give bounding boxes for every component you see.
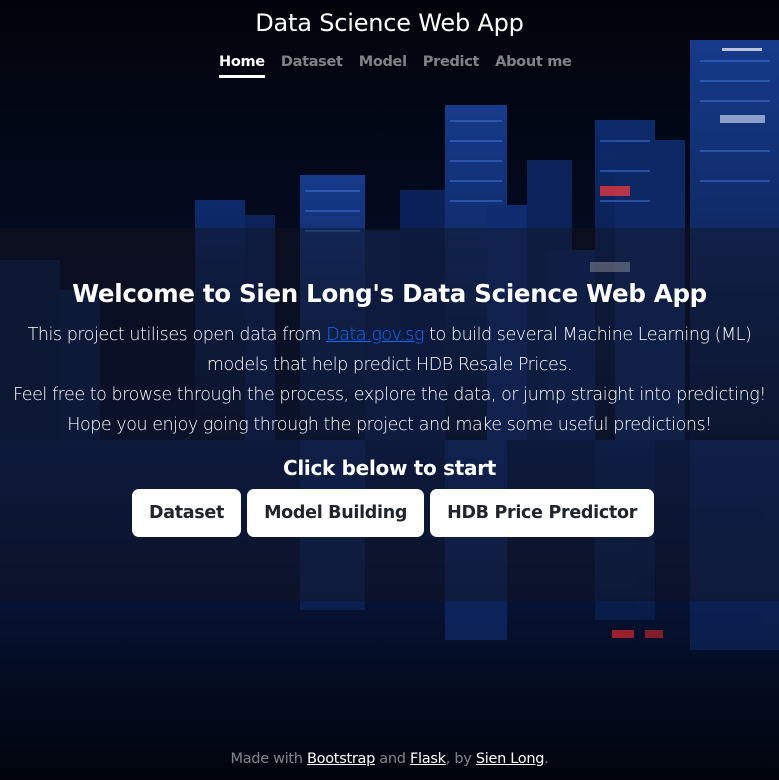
- nav-item-home[interactable]: Home: [219, 54, 265, 78]
- cta-heading: Click below to start: [282, 456, 497, 480]
- hdb-price-predictor-button[interactable]: HDB Price Predictor: [430, 489, 655, 537]
- nav-item-dataset[interactable]: Dataset: [281, 54, 343, 78]
- footer-by: , by: [445, 751, 476, 767]
- data-gov-sg-link[interactable]: Data.gov.sg: [326, 325, 424, 345]
- cta-button-group: Dataset Model Building HDB Price Predict…: [132, 489, 655, 537]
- welcome-heading: Welcome to Sien Long's Data Science Web …: [72, 279, 707, 308]
- nav-item-model[interactable]: Model: [359, 54, 407, 78]
- footer-and: and: [374, 751, 410, 767]
- nav-item-about-me[interactable]: About me: [495, 54, 572, 78]
- bootstrap-link[interactable]: Bootstrap: [307, 751, 375, 767]
- intro-line-1-prefix: This project utilises open data from: [27, 325, 327, 345]
- footer-suffix: .: [544, 751, 549, 767]
- main-navigation: Home Dataset Model Predict About me: [219, 54, 588, 78]
- flask-link[interactable]: Flask: [410, 751, 446, 767]
- nav-item-predict[interactable]: Predict: [423, 54, 480, 78]
- model-building-button[interactable]: Model Building: [247, 489, 425, 537]
- intro-line-2: Feel free to browse through the process,…: [13, 385, 766, 405]
- intro-line-3: Hope you enjoy going through the project…: [67, 415, 712, 435]
- footer: Made with Bootstrap and Flask, by Sien L…: [0, 751, 779, 767]
- intro-line-1: This project utilises open data from Dat…: [0, 320, 779, 380]
- footer-prefix: Made with: [230, 751, 308, 767]
- site-brand-title[interactable]: Data Science Web App: [0, 9, 779, 37]
- author-link[interactable]: Sien Long: [476, 751, 545, 767]
- dataset-button[interactable]: Dataset: [132, 489, 242, 537]
- intro-text: This project utilises open data from Dat…: [0, 320, 779, 440]
